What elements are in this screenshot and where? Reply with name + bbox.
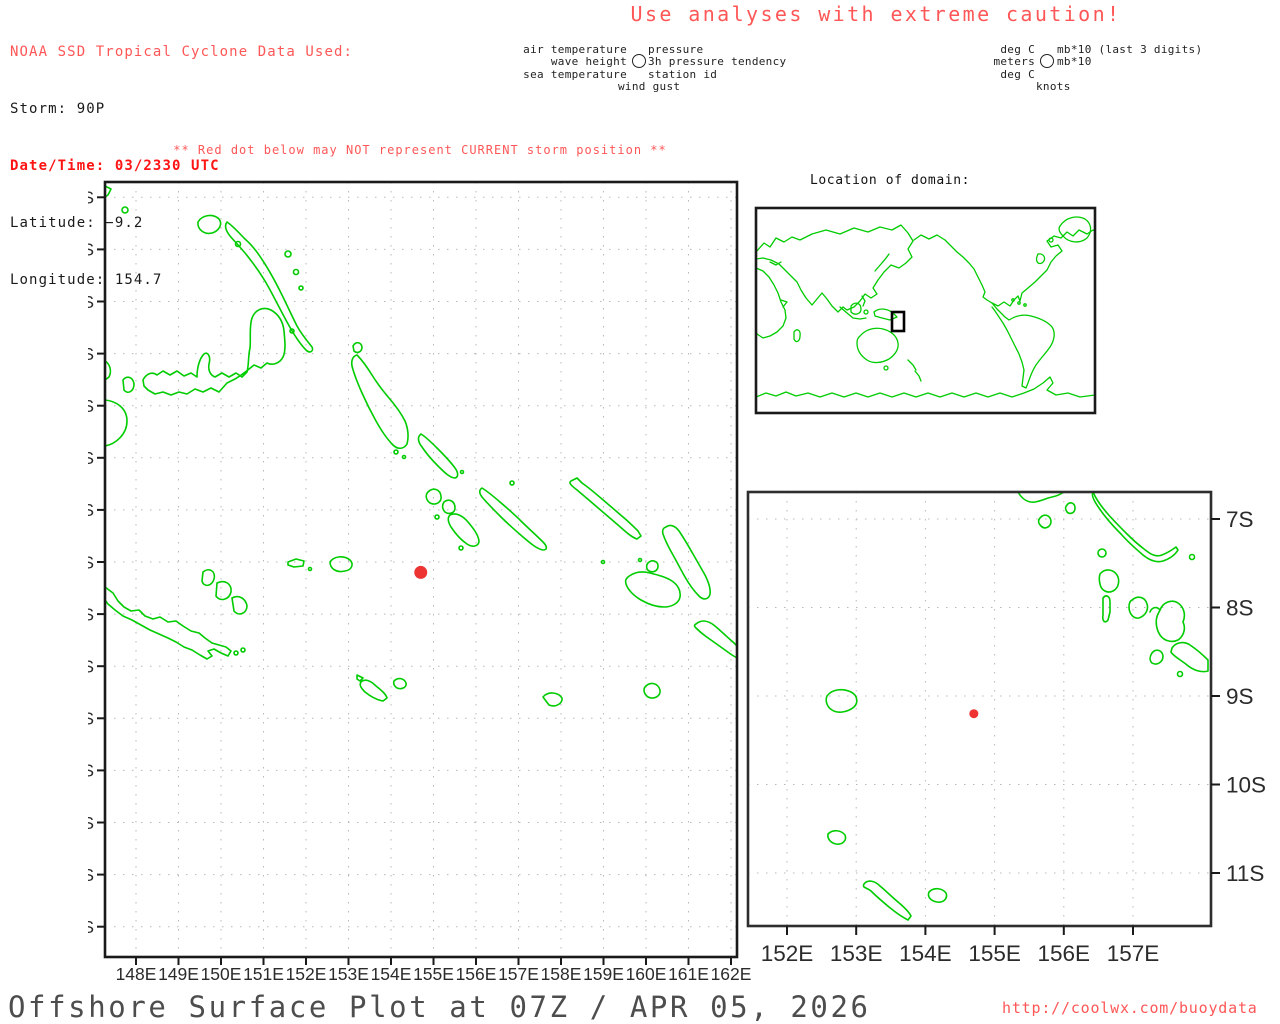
x-tick-label: 156E	[1038, 941, 1091, 966]
main-map-overlay: 148E 149E 150E 151E 152E 153E 154E 155E 156E 157E…	[88, 188, 751, 984]
legend-pressure-tendency: 3h pressure tendency	[648, 55, 787, 69]
y-tick-label: 12S	[88, 709, 94, 729]
y-tick-label: 14S	[88, 813, 94, 833]
y-tick-label: 16S	[88, 917, 94, 937]
x-tick-label: 148E	[116, 964, 157, 984]
x-tick-label: 152E	[761, 941, 814, 966]
x-tick-label: 150E	[201, 964, 242, 984]
y-tick-label: 5S	[88, 344, 94, 364]
y-tick-label: 9S	[88, 552, 94, 572]
y-tick-label: 13S	[88, 761, 94, 781]
station-legend-right-column: pressure 3h pressure tendency station id	[648, 43, 787, 81]
unit-knots: knots	[1036, 80, 1071, 93]
zoom-map-border	[746, 490, 1213, 928]
y-tick-label: 11S	[1226, 861, 1264, 886]
storm-source-label: NOAA SSD Tropical Cyclone Data Used:	[10, 44, 354, 60]
domain-location-box	[890, 310, 906, 333]
x-tick-label: 156E	[456, 964, 497, 984]
y-tick-label: 2S	[88, 188, 94, 208]
units-legend-left-column: deg C meters deg C	[960, 43, 1035, 81]
x-tick-label: 154E	[899, 941, 952, 966]
x-tick-label: 152E	[286, 964, 327, 984]
red-dot-warning: ** Red dot below may NOT represent CURRE…	[173, 143, 667, 157]
x-tick-label: 157E	[1107, 941, 1160, 966]
units-legend: deg C meters deg C mb*10 (last 3 digits)…	[960, 43, 1280, 96]
storm-position-dot	[414, 565, 428, 579]
zoom-map-coastlines	[825, 491, 1209, 921]
units-circle-icon	[1040, 54, 1054, 68]
station-model-legend: air temperature wave height sea temperat…	[480, 43, 810, 96]
x-tick-label: 157E	[498, 964, 539, 984]
x-tick-label: 159E	[583, 964, 624, 984]
x-tick-label: 151E	[243, 964, 284, 984]
unit-mb10: mb*10	[1057, 55, 1092, 69]
world-coastlines	[755, 216, 1096, 398]
x-tick-label: 161E	[668, 964, 709, 984]
station-circle-icon	[632, 54, 646, 68]
domain-inset-title: Location of domain:	[809, 173, 971, 188]
y-tick-label: 7S	[88, 448, 94, 468]
storm-position-dot	[969, 709, 979, 719]
y-tick-label: 11S	[88, 657, 94, 677]
y-tick-label: 8S	[88, 500, 94, 520]
x-tick-label: 154E	[371, 964, 412, 984]
main-map: 148E 149E 150E 151E 152E 153E 154E 155E 156E 157E…	[88, 180, 751, 984]
x-tick-label: 153E	[830, 941, 883, 966]
source-url-link[interactable]: http://coolwx.com/buoydata	[1002, 999, 1258, 1017]
units-legend-right-column: mb*10 (last 3 digits) mb*10	[1057, 43, 1202, 69]
unit-deg-c-sea: deg C	[1000, 67, 1035, 81]
storm-id: Storm: 90P	[10, 101, 106, 117]
x-tick-label: 158E	[541, 964, 582, 984]
x-tick-label: 155E	[968, 941, 1021, 966]
x-tick-label: 149E	[158, 964, 199, 984]
y-tick-label: 10S	[1226, 773, 1266, 798]
buoy-plot-page: NOAA SSD Tropical Cyclone Data Used: Sto…	[0, 0, 1280, 1024]
x-tick-label: 153E	[328, 964, 369, 984]
y-tick-label: 15S	[88, 865, 94, 885]
caution-headline: Use analyses with extreme caution!	[630, 2, 1122, 26]
unit-meters: meters	[993, 55, 1035, 69]
world-map-inset	[754, 206, 1097, 415]
y-tick-label: 6S	[88, 396, 94, 416]
x-tick-label: 155E	[413, 964, 454, 984]
station-legend-left-column: air temperature wave height sea temperat…	[480, 43, 627, 81]
y-tick-label: 3S	[88, 240, 94, 260]
zoom-map-inset: 152E 153E 154E 155E 156E 157E 7S 8S 9S 10S 11S	[746, 490, 1266, 966]
main-map-coastlines	[104, 185, 738, 707]
legend-sea-temperature: sea temperature	[523, 67, 627, 81]
y-tick-label: 4S	[88, 292, 94, 312]
plot-title: Offshore Surface Plot at 07Z / APR 05, 2…	[8, 990, 871, 1024]
y-tick-label: 8S	[1226, 596, 1254, 621]
y-tick-label: 10S	[88, 604, 94, 624]
zoom-map-gridlines	[748, 492, 1211, 926]
y-tick-label: 9S	[1226, 684, 1254, 709]
legend-wind-gust: wind gust	[618, 80, 681, 93]
legend-wave-height: wave height	[550, 55, 627, 69]
x-tick-label: 160E	[626, 964, 667, 984]
y-tick-label: 7S	[1226, 507, 1254, 532]
zoom-map-overlay: 152E 153E 154E 155E 156E 157E 7S 8S 9S 10S 11S	[761, 507, 1266, 966]
